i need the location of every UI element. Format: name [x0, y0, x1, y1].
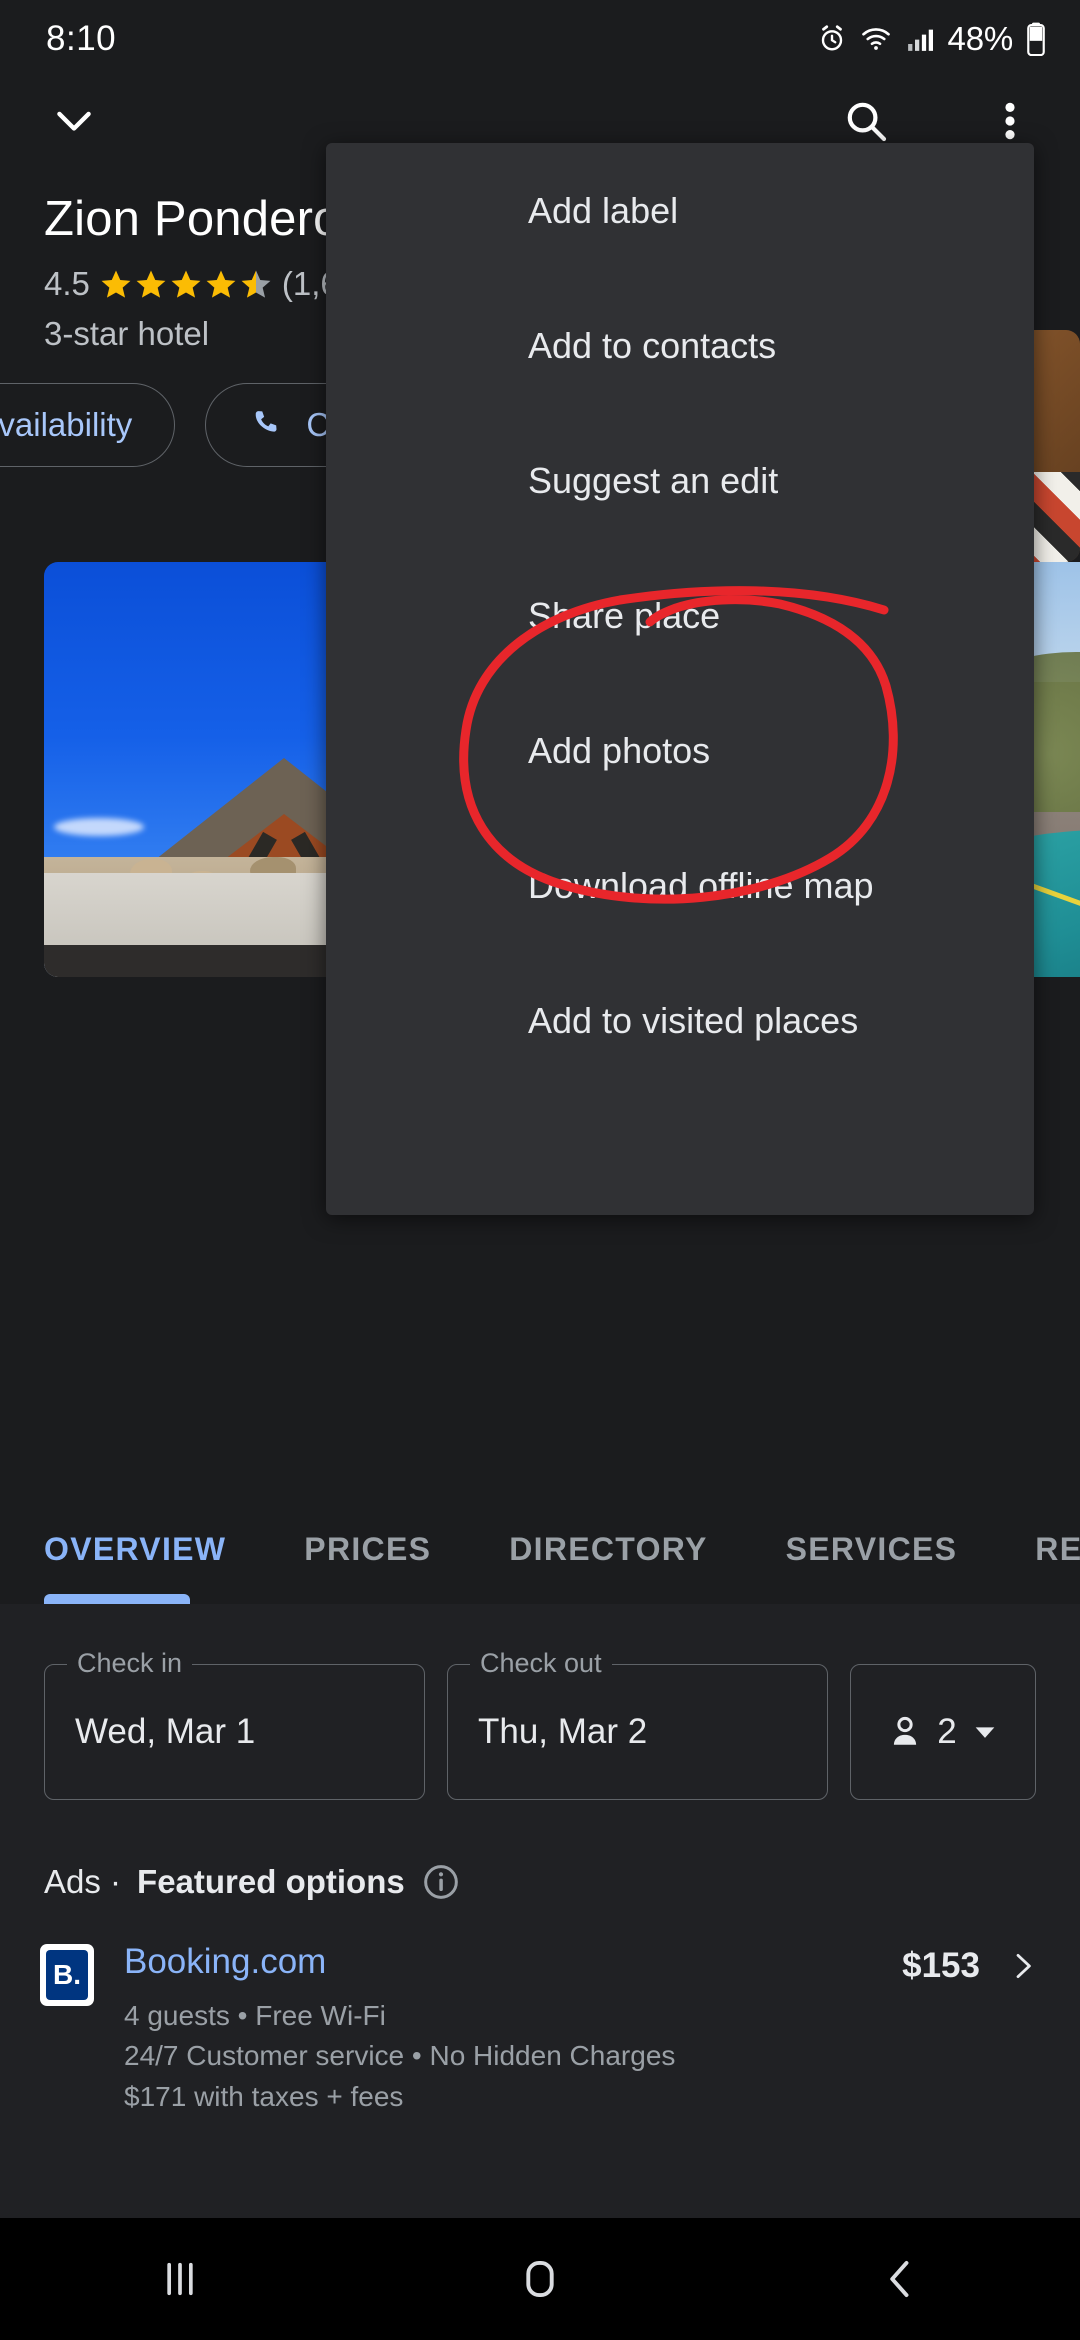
collapse-button[interactable] [40, 87, 108, 155]
offer-line-2: 24/7 Customer service • No Hidden Charge… [124, 2040, 676, 2072]
star-icon [171, 270, 201, 298]
wifi-icon [861, 28, 890, 50]
tab-prices[interactable]: PRICES [304, 1531, 473, 1568]
chevron-down-icon [57, 111, 91, 131]
signal-icon [907, 29, 933, 51]
tab-services[interactable]: SERVICES [786, 1531, 1000, 1568]
menu-item-suggest-an-edit[interactable]: Suggest an edit [326, 413, 1034, 548]
back-button[interactable] [820, 2218, 980, 2340]
chevron-down-icon [975, 1727, 995, 1738]
offer-row[interactable]: B. Booking.com 4 guests • Free Wi-Fi 24/… [0, 1902, 1080, 2117]
date-selector-row: Check in Wed, Mar 1 Check out Thu, Mar 2… [0, 1604, 1080, 1800]
battery-percent: 48% [947, 20, 1014, 57]
menu-item-add-photos[interactable]: Add photos [326, 683, 1034, 818]
featured-options-header: Ads · Featured options [0, 1800, 1080, 1902]
chevron-right-icon[interactable] [1006, 1946, 1040, 1986]
availability-chip[interactable]: Availability [0, 383, 176, 467]
menu-item-add-label[interactable]: Add label [326, 143, 1034, 278]
info-icon[interactable] [421, 1862, 461, 1902]
offer-details: 4 guests • Free Wi-Fi 24/7 Customer serv… [124, 1982, 902, 2117]
tab-overview[interactable]: OVERVIEW [44, 1531, 268, 1568]
availability-chip-label: Availability [0, 406, 133, 443]
home-button[interactable] [460, 2218, 620, 2340]
menu-item-add-to-visited-places[interactable]: Add to visited places [326, 953, 1034, 1088]
menu-item-add-to-contacts[interactable]: Add to contacts [326, 278, 1034, 413]
phone-icon [256, 411, 277, 432]
booking-logo-text: B. [46, 1950, 88, 2000]
featured-options-title: Featured options [137, 1863, 405, 1900]
phone-screen: 8:10 48% Zion Ponderosa Ranch 4.5 3-star… [0, 0, 1080, 2340]
offer-line-3: $171 with taxes + fees [124, 2080, 404, 2112]
menu-item-download-offline-map[interactable]: Download offline map [326, 818, 1034, 953]
offer-body: Booking.com 4 guests • Free Wi-Fi 24/7 C… [94, 1942, 902, 2117]
alarm-icon [821, 25, 842, 51]
tab-reviews[interactable]: REVIEWS [1035, 1531, 1080, 1568]
booking-logo-icon: B. [40, 1944, 94, 2006]
offer-price-group: $153 [902, 1942, 1040, 1986]
recents-button[interactable] [100, 2218, 260, 2340]
status-time: 8:10 [46, 19, 117, 58]
status-bar: 8:10 48% [0, 0, 1080, 78]
status-icons: 48% [817, 20, 1046, 58]
check-out-label: Check out [470, 1648, 612, 1679]
check-out-field[interactable]: Check out Thu, Mar 2 [447, 1648, 828, 1800]
menu-item-share-place[interactable]: Share place [326, 548, 1034, 683]
star-icon [101, 270, 131, 298]
overflow-menu[interactable]: Add label Add to contacts Suggest an edi… [326, 143, 1034, 1215]
check-in-label: Check in [67, 1648, 193, 1679]
check-out-value: Thu, Mar 2 [478, 1712, 648, 1751]
check-in-value: Wed, Mar 1 [75, 1712, 256, 1751]
person-icon [894, 1716, 917, 1745]
offer-price: $153 [902, 1946, 980, 1985]
offer-provider[interactable]: Booking.com [124, 1942, 902, 1982]
ads-label: Ads · [44, 1863, 122, 1900]
rating-value: 4.5 [44, 265, 90, 302]
home-icon [526, 2261, 554, 2297]
tab-active-indicator [44, 1594, 190, 1604]
booking-section: Check in Wed, Mar 1 Check out Thu, Mar 2… [0, 1604, 1080, 2220]
star-rating [99, 267, 273, 301]
recents-icon [167, 2262, 193, 2296]
android-nav-bar [0, 2218, 1080, 2340]
star-half-icon [241, 270, 271, 298]
search-icon [847, 102, 887, 141]
battery-icon [1027, 22, 1045, 56]
tab-bar[interactable]: OVERVIEW PRICES DIRECTORY SERVICES REVIE… [0, 1494, 1080, 1604]
guest-count-selector[interactable]: 2 [850, 1664, 1036, 1800]
star-icon [206, 270, 236, 298]
check-in-field[interactable]: Check in Wed, Mar 1 [44, 1648, 425, 1800]
tab-directory[interactable]: DIRECTORY [509, 1531, 749, 1568]
three-dot-menu-icon [1005, 102, 1015, 139]
star-icon [136, 270, 166, 298]
guest-count-value: 2 [937, 1712, 957, 1751]
back-icon [890, 2261, 909, 2297]
offer-line-1: 4 guests • Free Wi-Fi [124, 2000, 386, 2031]
